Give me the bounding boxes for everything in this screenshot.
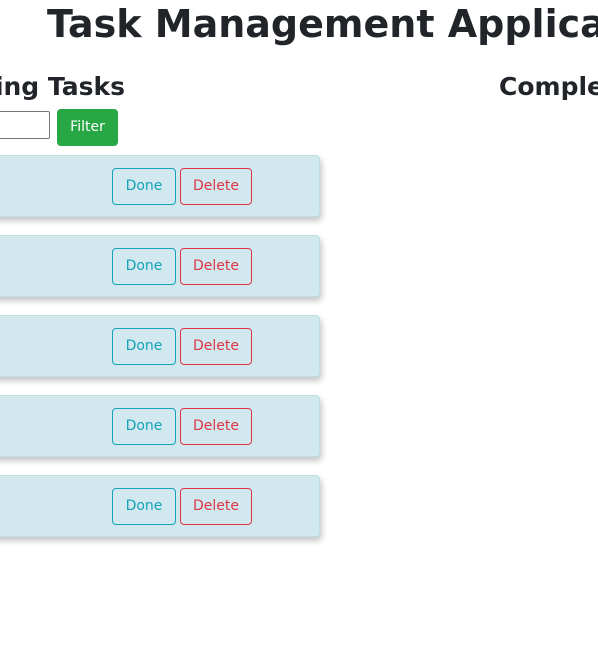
delete-button[interactable]: Delete — [180, 408, 252, 445]
completed-tasks-heading: Comple — [499, 72, 598, 101]
task-card: Done Delete — [0, 315, 320, 377]
task-card: Done Delete — [0, 155, 320, 217]
task-card: Done Delete — [0, 395, 320, 457]
task-app-page: Task Management Application ding Tasks C… — [0, 0, 598, 660]
done-button[interactable]: Done — [112, 408, 176, 445]
page-title: Task Management Application — [47, 2, 598, 46]
done-button[interactable]: Done — [112, 488, 176, 525]
task-card: Done Delete — [0, 235, 320, 297]
task-card: Done Delete — [0, 475, 320, 537]
filter-button[interactable]: Filter — [57, 109, 118, 146]
delete-button[interactable]: Delete — [180, 168, 252, 205]
delete-button[interactable]: Delete — [180, 488, 252, 525]
delete-button[interactable]: Delete — [180, 328, 252, 365]
done-button[interactable]: Done — [112, 168, 176, 205]
done-button[interactable]: Done — [112, 248, 176, 285]
pending-tasks-heading: ding Tasks — [0, 72, 125, 101]
filter-input[interactable] — [0, 111, 50, 139]
delete-button[interactable]: Delete — [180, 248, 252, 285]
done-button[interactable]: Done — [112, 328, 176, 365]
